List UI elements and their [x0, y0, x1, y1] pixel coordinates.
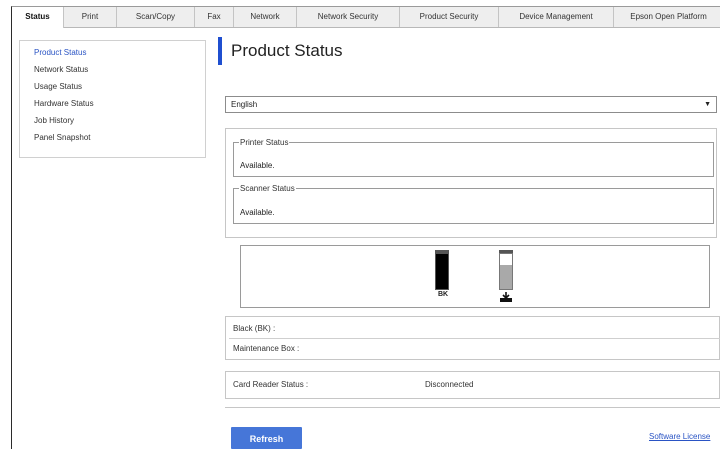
maintenance-box-icon [500, 292, 512, 302]
maintenance-box-gauge [499, 253, 513, 290]
bottom-divider [225, 407, 720, 408]
card-reader-value: Disconnected [425, 380, 474, 389]
tab-scan-copy[interactable]: Scan/Copy [117, 7, 195, 27]
title-accent-bar [218, 37, 222, 65]
ink-level-panel: BK [240, 245, 710, 308]
maintenance-box-level [500, 264, 512, 289]
sidebar-item-usage-status[interactable]: Usage Status [34, 82, 82, 91]
scanner-status-fieldset: Scanner Status Available. [233, 184, 714, 224]
maintenance-box-row-label: Maintenance Box : [233, 344, 300, 353]
tab-epson-open-platform[interactable]: Epson Open Platform [614, 7, 720, 27]
black-ink-cartridge [435, 253, 449, 290]
black-ink-row-label: Black (BK) : [233, 324, 276, 333]
sidebar: Product Status Network Status Usage Stat… [19, 40, 206, 158]
language-select[interactable]: English ▼ [225, 96, 717, 113]
tab-bar: Status Print Scan/Copy Fax Network Netwo… [12, 7, 720, 28]
tab-fax[interactable]: Fax [195, 7, 234, 27]
black-ink-label: BK [437, 291, 449, 298]
sidebar-item-product-status[interactable]: Product Status [34, 48, 86, 57]
sidebar-item-panel-snapshot[interactable]: Panel Snapshot [34, 133, 91, 142]
printer-status-fieldset: Printer Status Available. [233, 138, 714, 177]
tab-network-security[interactable]: Network Security [297, 7, 400, 27]
tab-network[interactable]: Network [234, 7, 297, 27]
tab-print[interactable]: Print [64, 7, 117, 27]
software-license-link[interactable]: Software License [649, 432, 710, 441]
page-title: Product Status [231, 41, 343, 60]
language-select-value: English [231, 100, 258, 109]
tab-device-management[interactable]: Device Management [499, 7, 614, 27]
sidebar-item-network-status[interactable]: Network Status [34, 65, 88, 74]
sidebar-item-hardware-status[interactable]: Hardware Status [34, 99, 94, 108]
refresh-button[interactable]: Refresh [231, 427, 302, 449]
tab-status[interactable]: Status [12, 7, 64, 28]
tab-product-security[interactable]: Product Security [400, 7, 499, 27]
scanner-status-legend: Scanner Status [240, 184, 295, 193]
sidebar-item-job-history[interactable]: Job History [34, 116, 74, 125]
scanner-status-value: Available. [240, 208, 275, 217]
triangle-down-icon: ▼ [704, 101, 711, 108]
row-divider [229, 338, 720, 339]
printer-status-value: Available. [240, 161, 275, 170]
printer-status-legend: Printer Status [240, 138, 289, 147]
black-ink-level [436, 254, 448, 289]
card-reader-label: Card Reader Status : [233, 380, 309, 389]
